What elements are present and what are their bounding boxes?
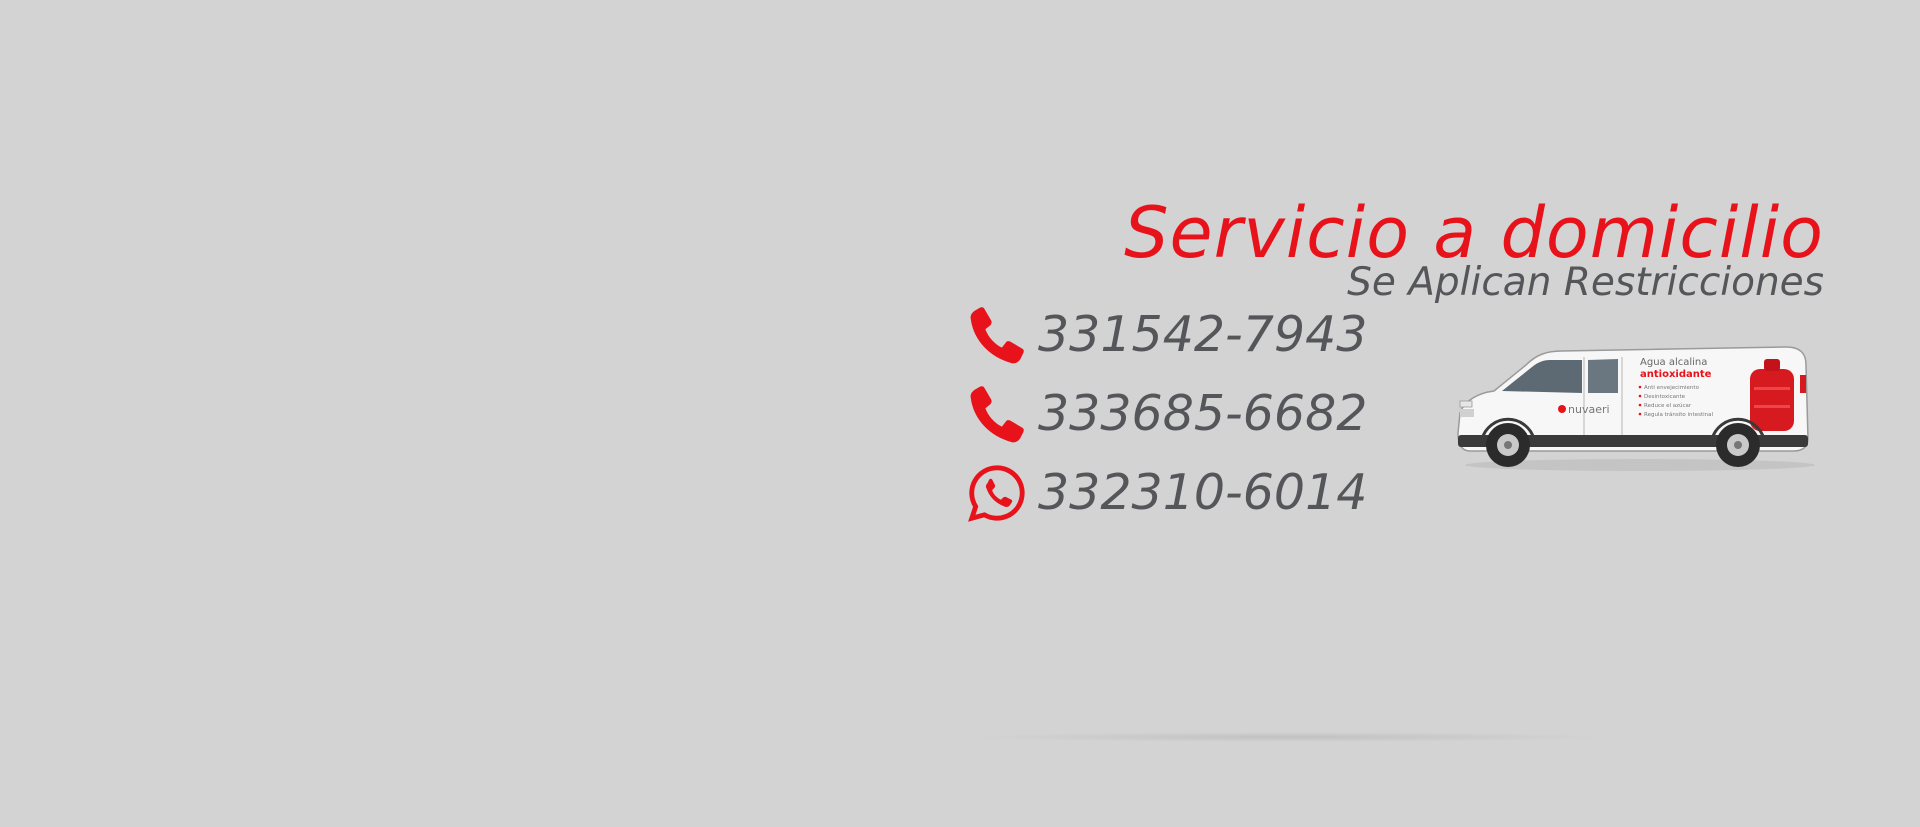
contact-phone-1[interactable]: 331542-7943 bbox=[966, 302, 1367, 368]
van-highlight: antioxidante bbox=[1640, 369, 1712, 380]
van-brand: nuvaeri bbox=[1568, 403, 1610, 416]
phone-icon bbox=[966, 303, 1028, 367]
van-benefit: Desintoxicante bbox=[1644, 394, 1686, 400]
whatsapp-number: 332310-6014 bbox=[1038, 464, 1368, 521]
hero-banner: Servicio a domicilio Se Aplican Restricc… bbox=[0, 0, 1920, 827]
van-benefit: Regula tránsito intestinal bbox=[1644, 411, 1713, 418]
phone-number: 331542-7943 bbox=[1038, 306, 1368, 363]
phone-icon bbox=[966, 382, 1028, 446]
floor-shadow bbox=[970, 732, 1610, 742]
contact-phone-2[interactable]: 333685-6682 bbox=[966, 381, 1367, 447]
whatsapp-icon bbox=[966, 461, 1028, 525]
restrictions-note: Se Aplican Restricciones bbox=[1347, 260, 1824, 305]
delivery-van-image: nuvaeri Agua alcalina antioxidante Anti … bbox=[1450, 335, 1820, 475]
contact-whatsapp[interactable]: 332310-6014 bbox=[966, 460, 1367, 526]
van-benefit: Anti envejecimiento bbox=[1644, 385, 1700, 391]
phone-number: 333685-6682 bbox=[1038, 385, 1368, 442]
van-benefit: Reduce el azúcar bbox=[1644, 402, 1692, 409]
van-headline: Agua alcalina bbox=[1640, 357, 1707, 368]
